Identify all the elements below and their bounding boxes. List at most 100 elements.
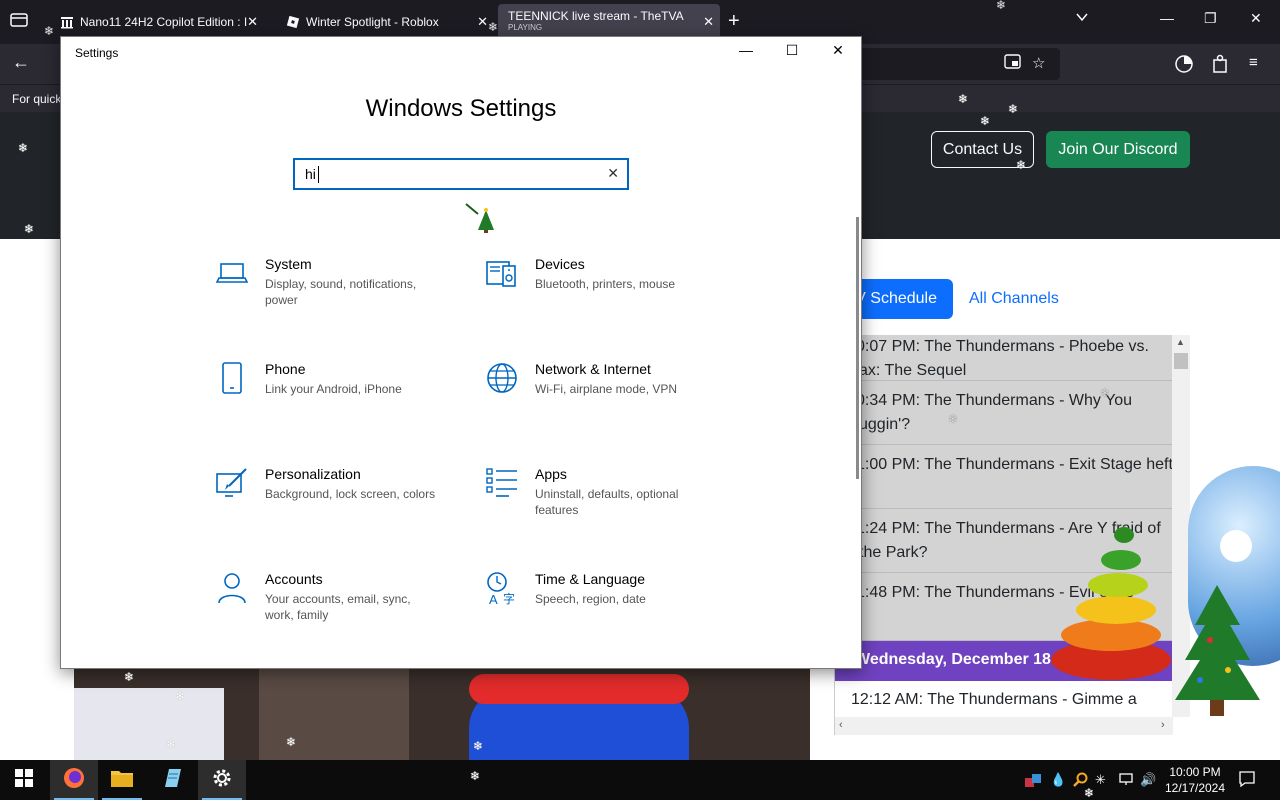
extensions-icon[interactable] bbox=[1212, 54, 1228, 78]
new-tab-icon[interactable]: + bbox=[728, 10, 740, 33]
browser-tab-teennick[interactable]: TEENNICK live stream - TheTVA PLAYING ✕ bbox=[498, 4, 720, 40]
category-description: Background, lock screen, colors bbox=[265, 487, 436, 501]
archive-icon bbox=[60, 15, 74, 29]
taskbar-firefox[interactable] bbox=[50, 760, 98, 800]
start-button[interactable] bbox=[0, 760, 48, 800]
snowflake-icon: ❄ bbox=[166, 737, 177, 751]
swirl-tree-decoration bbox=[1051, 527, 1171, 680]
sparkle-icon[interactable]: ✳ bbox=[1095, 772, 1106, 788]
category-description: Speech, region, date bbox=[535, 592, 646, 606]
browser-tab-roblox[interactable]: Winter Spotlight - Roblox ✕ bbox=[276, 4, 494, 40]
account-icon[interactable] bbox=[1174, 54, 1194, 78]
list-item[interactable]: 12:12 AM: The Thundermans - Gimme a bbox=[835, 681, 1173, 717]
scroll-up-icon[interactable]: ▲ bbox=[1176, 337, 1185, 347]
list-item[interactable]: 1:00 PM: The Thundermans - Exit Stage he… bbox=[835, 445, 1173, 509]
bookmarks-hint: For quick bbox=[12, 92, 62, 106]
svg-text:A: A bbox=[489, 592, 498, 605]
category-network[interactable]: Network & Internet Wi-Fi, airplane mode,… bbox=[485, 361, 735, 441]
close-tab-icon[interactable]: ✕ bbox=[477, 14, 488, 30]
category-name: Accounts bbox=[265, 571, 323, 587]
video-player[interactable] bbox=[74, 668, 810, 760]
minimize-icon[interactable]: — bbox=[1160, 10, 1174, 26]
volume-icon[interactable]: 🔊 bbox=[1140, 772, 1156, 788]
roblox-icon bbox=[286, 15, 300, 29]
close-tab-icon[interactable]: ✕ bbox=[247, 14, 258, 30]
search-input[interactable]: hi ✕ bbox=[293, 158, 629, 190]
snowflake-icon: ❄ bbox=[44, 24, 55, 38]
notification-icon[interactable] bbox=[1238, 770, 1256, 791]
tree-cursor-icon bbox=[465, 203, 494, 233]
scrollbar-thumb[interactable] bbox=[1174, 353, 1188, 369]
category-accounts[interactable]: Accounts Your accounts, email, sync, wor… bbox=[215, 571, 465, 651]
clock-time: 10:00 PM bbox=[1169, 765, 1221, 779]
browser-tab-nano11[interactable]: Nano11 24H2 Copilot Edition : I ✕ bbox=[50, 4, 264, 40]
category-personalization[interactable]: Personalization Background, lock screen,… bbox=[215, 466, 465, 546]
close-tab-icon[interactable]: ✕ bbox=[703, 14, 714, 30]
clear-search-icon[interactable]: ✕ bbox=[607, 165, 619, 182]
back-arrow-icon[interactable]: ← bbox=[12, 52, 30, 73]
category-description: Link your Android, iPhone bbox=[265, 382, 402, 396]
network-tray-icon[interactable] bbox=[1024, 772, 1042, 791]
address-bar[interactable] bbox=[860, 48, 1060, 80]
settings-scrollbar[interactable] bbox=[856, 217, 859, 479]
menu-icon[interactable]: ≡ bbox=[1249, 54, 1258, 71]
close-window-icon[interactable]: ✕ bbox=[1250, 10, 1262, 27]
text-caret bbox=[318, 166, 319, 183]
taskbar-notepad[interactable] bbox=[148, 760, 196, 800]
snowflake-icon: ❄ bbox=[488, 20, 499, 34]
category-system[interactable]: System Display, sound, notifications, po… bbox=[215, 256, 465, 336]
ethernet-icon[interactable] bbox=[1118, 772, 1134, 789]
bookmark-star-icon[interactable]: ☆ bbox=[1032, 54, 1045, 72]
snowflake-icon: ❄ bbox=[980, 114, 991, 128]
person-icon bbox=[215, 571, 249, 605]
page-title: Windows Settings bbox=[365, 95, 557, 122]
laptop-icon bbox=[215, 256, 249, 290]
keyboard-speaker-icon bbox=[485, 256, 519, 290]
join-discord-button[interactable]: Join Our Discord bbox=[1046, 131, 1190, 168]
water-drop-icon[interactable]: 💧 bbox=[1050, 772, 1066, 788]
snowflake-icon: ❄ bbox=[18, 141, 29, 155]
category-time-language[interactable]: A字 Time & Language Speech, region, date bbox=[485, 571, 735, 651]
category-name: Time & Language bbox=[535, 571, 645, 587]
tab-title: TEENNICK live stream - TheTVA bbox=[508, 9, 684, 23]
snowflake-icon: ❄ bbox=[948, 412, 959, 426]
minimize-icon[interactable]: — bbox=[731, 42, 761, 58]
time-language-icon: A字 bbox=[485, 571, 519, 607]
paint-brush-icon bbox=[215, 466, 249, 500]
category-phone[interactable]: Phone Link your Android, iPhone bbox=[215, 361, 465, 441]
snowflake-icon: ❄ bbox=[175, 689, 186, 703]
list-item[interactable]: 0:34 PM: The Thundermans - Why You uggin… bbox=[835, 381, 1173, 445]
tab-title: Nano11 24H2 Copilot Edition : I bbox=[80, 15, 248, 29]
folder-icon bbox=[110, 768, 134, 793]
close-window-icon[interactable]: ✕ bbox=[823, 42, 853, 59]
restore-icon[interactable]: ❐ bbox=[1204, 10, 1217, 27]
category-description: Uninstall, defaults, optional features bbox=[535, 487, 679, 517]
picture-in-picture-icon[interactable] bbox=[1004, 54, 1021, 73]
christmas-tree-decoration bbox=[1175, 585, 1260, 716]
taskbar-file-explorer[interactable] bbox=[98, 760, 146, 800]
taskbar-settings[interactable] bbox=[198, 760, 246, 800]
chevron-down-icon[interactable] bbox=[1075, 10, 1089, 27]
snowflake-icon: ❄ bbox=[473, 739, 484, 753]
category-description: Bluetooth, printers, mouse bbox=[535, 277, 676, 291]
tab-playing-label: PLAYING bbox=[508, 23, 543, 32]
snowflake-icon: ❄ bbox=[1084, 786, 1095, 800]
clock[interactable]: 10:00 PM 12/17/2024 bbox=[1160, 764, 1230, 796]
category-name: Devices bbox=[535, 256, 585, 272]
list-item[interactable]: 0:07 PM: The Thundermans - Phoebe vs. ax… bbox=[835, 335, 1173, 381]
category-name: Network & Internet bbox=[535, 361, 651, 377]
snowflake-icon: ❄ bbox=[1016, 158, 1027, 172]
window-title: Settings bbox=[75, 46, 119, 60]
tab-list-icon[interactable] bbox=[8, 12, 30, 32]
scroll-left-icon[interactable]: ‹ bbox=[839, 719, 843, 731]
category-devices[interactable]: Devices Bluetooth, printers, mouse bbox=[485, 256, 735, 336]
maximize-icon[interactable]: ☐ bbox=[777, 42, 807, 59]
apps-list-icon bbox=[485, 466, 519, 500]
tab-all-channels[interactable]: All Channels bbox=[969, 290, 1059, 308]
category-apps[interactable]: Apps Uninstall, defaults, optional featu… bbox=[485, 466, 735, 546]
scroll-right-icon[interactable]: › bbox=[1161, 719, 1165, 731]
search-value: hi bbox=[305, 166, 316, 182]
snowflake-icon: ❄ bbox=[1100, 386, 1111, 400]
horizontal-scrollbar[interactable]: ‹ › bbox=[835, 717, 1173, 735]
globe-icon bbox=[485, 361, 519, 395]
